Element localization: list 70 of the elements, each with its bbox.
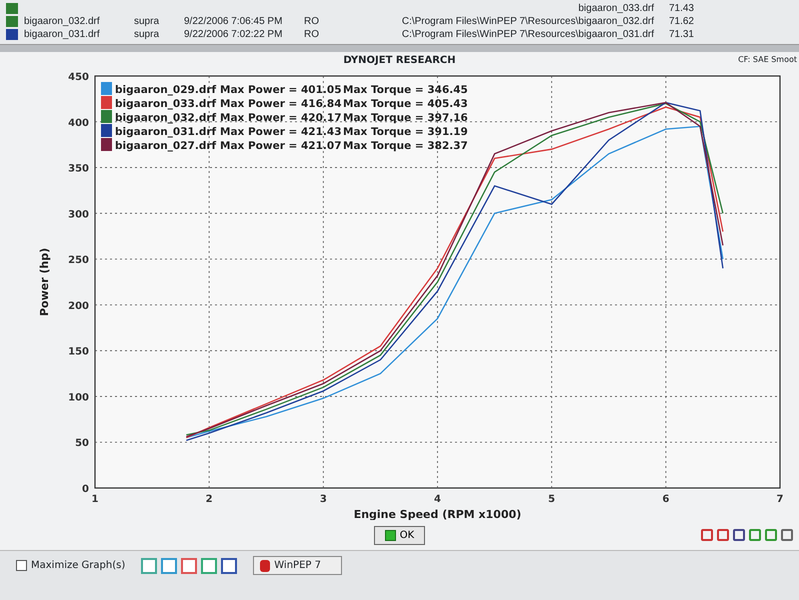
x-tick-label: 1 [92,494,98,505]
graph-title: DYNOJET RESEARCH [343,54,456,68]
file-list-cell: 71.31 [668,29,694,40]
legend-file-name: bigaaron_032.drf [115,112,216,124]
app-logo-icon [260,560,270,572]
x-axis-label: Engine Speed (RPM x1000) [354,508,522,520]
y-tick-label: 50 [75,438,89,450]
app-icon[interactable] [181,558,198,574]
toolbar-icon[interactable] [701,529,713,541]
toolbar-icon[interactable] [733,529,745,541]
app-icon[interactable] [201,558,218,574]
legend-max-power: Max Power = 420.17 [220,112,342,124]
y-axis-label: Power (hp) [38,248,51,316]
file-list-cell: supra [134,29,160,40]
legend-max-power: Max Power = 416.84 [220,98,342,110]
legend-file-name: bigaaron_029.drf [115,84,216,96]
correction-label: CF: SAE Smoot [738,54,797,66]
legend-swatch [101,110,112,123]
x-tick-label: 2 [206,494,213,505]
file-list-cell: RO [304,29,319,40]
checkbox[interactable] [16,560,27,571]
file-list-cell: RO [304,16,319,27]
maximize-graphs-label: Maximize Graph(s) [31,559,126,573]
file-list-cell: bigaaron_031.drf [24,29,100,40]
y-tick-label: 0 [82,484,89,495]
legend-swatch [101,138,112,151]
y-tick-label: 100 [68,392,89,404]
file-list-cell: bigaaron_032.drf [24,16,100,27]
legend-file-name: bigaaron_031.drf [115,126,216,138]
legend-max-torque: Max Torque = 382.37 [343,140,468,152]
legend-swatch [101,124,112,137]
x-tick-label: 7 [776,494,784,505]
x-tick-label: 3 [320,494,327,505]
legend-swatch [101,82,112,95]
y-tick-label: 250 [68,255,89,266]
y-tick-label: 200 [68,300,89,312]
legend-max-torque: Max Torque = 346.45 [343,84,468,96]
y-tick-label: 350 [68,164,89,175]
ok-button[interactable]: OK [374,526,426,544]
file-list-cell: supra [134,16,160,27]
legend-max-torque: Max Torque = 397.16 [343,112,468,124]
x-tick-label: 5 [548,494,556,505]
file-list-cell: 9/22/2006 7:02:22 PM [184,29,282,40]
legend-file-name: bigaaron_027.drf [115,140,216,152]
file-list-cell: 9/22/2006 7:06:45 PM [184,16,282,27]
y-tick-label: 300 [68,209,89,220]
toolbar-icon[interactable] [749,529,761,541]
toolbar-icon[interactable] [765,529,777,541]
taskbar-button[interactable]: WinPEP 7 [253,556,342,575]
file-list-cell: 71.62 [668,16,694,27]
app-icon[interactable] [221,558,238,574]
file-list-cell: C:\Program Files\WinPEP 7\Resources\bigaaron_032.drf [402,16,654,27]
toolbar-icon[interactable] [717,529,729,541]
legend-max-power: Max Power = 401.05 [220,84,342,96]
x-tick-label: 4 [434,494,441,505]
app-icon[interactable] [161,558,178,574]
legend-max-power: Max Power = 421.43 [220,126,342,138]
y-tick-label: 150 [68,346,89,358]
legend-max-power: Max Power = 421.07 [220,140,342,152]
legend-swatch [101,96,112,109]
file-list-cell: 71.43 [668,3,694,14]
file-list-cell: C:\Program Files\WinPEP 7\Resources\bigaaron_031.drf [402,29,654,40]
legend-file-name: bigaaron_033.drf [115,98,216,110]
x-tick-label: 6 [662,494,670,505]
toolbar-icon[interactable] [781,529,793,541]
legend-max-torque: Max Torque = 391.19 [343,126,468,138]
file-list-cell: bigaaron_033.drf [578,3,654,14]
legend-max-torque: Max Torque = 405.43 [343,98,468,110]
y-tick-label: 450 [68,72,89,83]
y-tick-label: 400 [68,118,89,129]
